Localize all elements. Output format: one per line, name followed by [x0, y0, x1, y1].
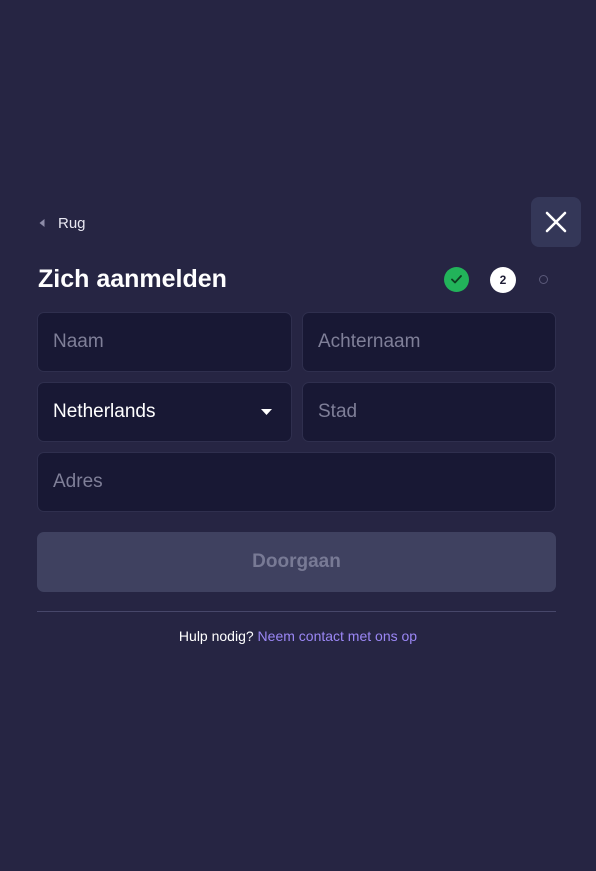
- country-select-value: Netherlands: [53, 401, 156, 422]
- step-indicator-current: 2: [490, 267, 516, 293]
- continue-button[interactable]: Doorgaan: [37, 532, 556, 592]
- divider: [37, 611, 556, 612]
- first-name-field[interactable]: [37, 312, 292, 372]
- chevron-left-icon: [38, 218, 46, 228]
- step-indicator-upcoming: [539, 275, 548, 284]
- first-name-input[interactable]: [53, 331, 276, 353]
- step-indicator-done: [444, 267, 469, 292]
- back-link[interactable]: Rug: [38, 212, 86, 234]
- city-field[interactable]: [302, 382, 556, 442]
- country-select[interactable]: Netherlands: [37, 382, 292, 442]
- address-input[interactable]: [53, 471, 540, 493]
- help-question: Hulp nodig?: [178, 628, 254, 644]
- city-input[interactable]: [318, 401, 540, 423]
- last-name-input[interactable]: [318, 331, 540, 353]
- caret-down-icon: [260, 408, 272, 416]
- close-icon: [545, 211, 567, 233]
- close-button[interactable]: [531, 197, 581, 247]
- page-title: Zich aanmelden: [38, 265, 227, 293]
- contact-link[interactable]: Neem contact met ons op: [258, 628, 418, 644]
- last-name-field[interactable]: [302, 312, 556, 372]
- back-link-label: Rug: [58, 214, 86, 232]
- address-field[interactable]: [37, 452, 556, 512]
- help-text: Hulp nodig? Neem contact met ons op: [0, 626, 596, 646]
- check-icon: [451, 275, 462, 284]
